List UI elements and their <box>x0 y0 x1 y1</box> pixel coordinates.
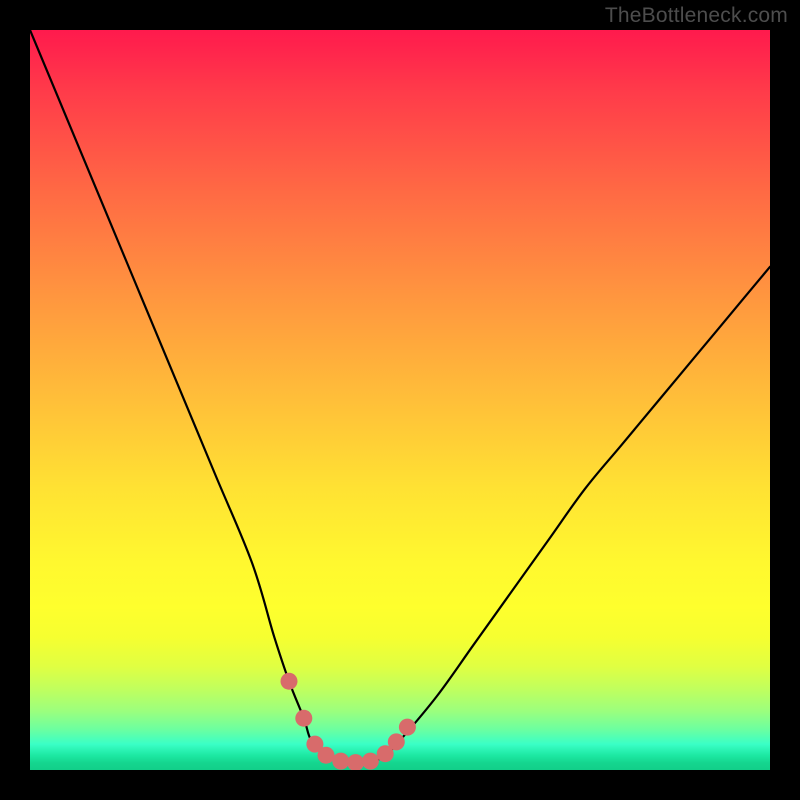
chart-frame: TheBottleneck.com <box>0 0 800 800</box>
curve-marker <box>281 673 298 690</box>
curve-marker <box>332 753 349 770</box>
curve-marker <box>347 754 364 770</box>
chart-svg <box>30 30 770 770</box>
curve-marker <box>318 747 335 764</box>
curve-marker <box>362 753 379 770</box>
watermark-text: TheBottleneck.com <box>605 4 788 28</box>
plot-area <box>30 30 770 770</box>
curve-marker <box>388 733 405 750</box>
curve-marker <box>399 719 416 736</box>
curve-markers <box>281 673 416 770</box>
curve-marker <box>295 710 312 727</box>
bottleneck-curve <box>30 30 770 763</box>
